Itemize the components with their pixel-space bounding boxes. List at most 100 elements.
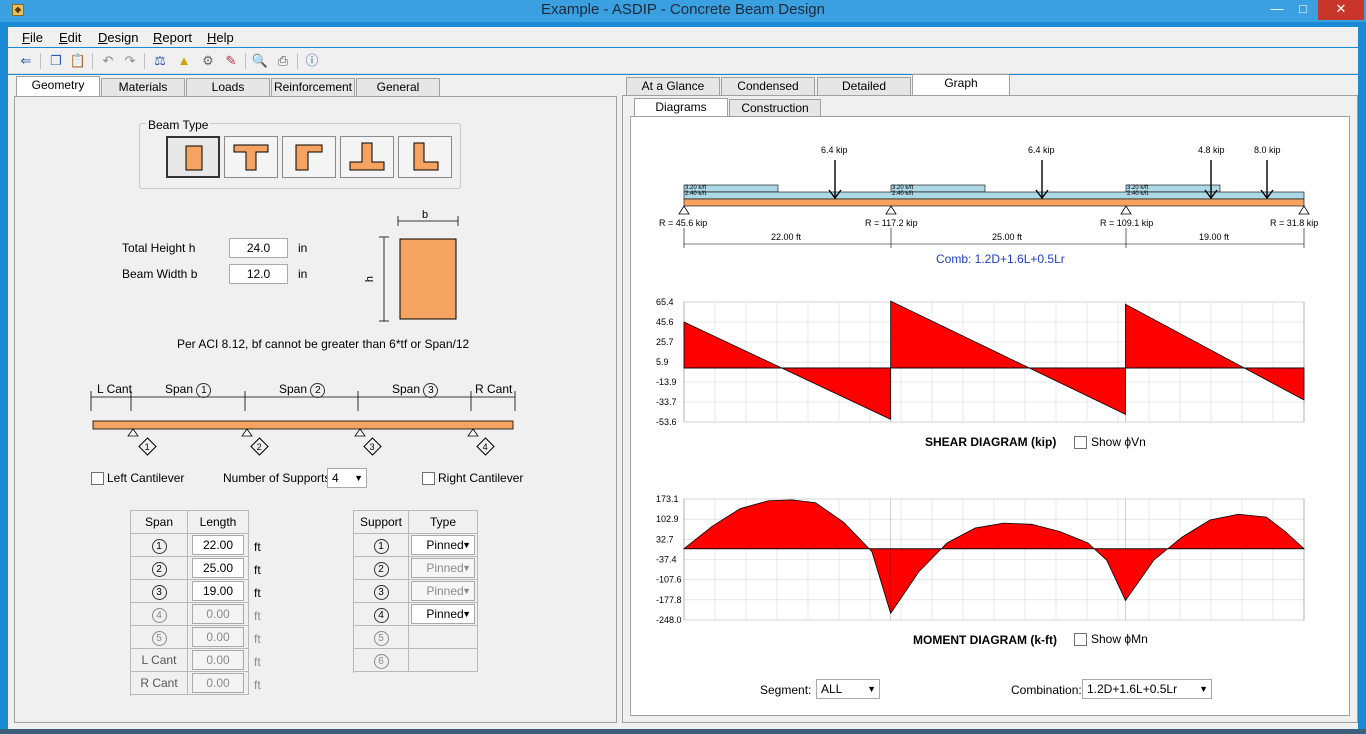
toolbar-separator: [40, 53, 41, 69]
shear-tick-label: 5.9: [656, 357, 669, 367]
span-header: Span: [131, 511, 188, 534]
redo-icon[interactable]: ↷: [120, 51, 140, 71]
show-phi-mn-checkbox[interactable]: [1074, 633, 1087, 646]
beam-type-group: Beam Type: [139, 118, 461, 189]
span-row-4-id: 4: [131, 603, 188, 626]
combination-select[interactable]: 1.2D+1.6L+0.5Lr ▼: [1082, 679, 1212, 699]
help-icon[interactable]: ⓘ: [302, 51, 322, 71]
support-row-5-type: [409, 626, 478, 649]
length-unit-1: ft: [254, 540, 261, 554]
copy-icon[interactable]: ❐: [46, 51, 66, 71]
moment-diagram-title: MOMENT DIAGRAM (k-ft): [913, 633, 1057, 647]
toolbar-separator: [245, 53, 246, 69]
span-4-length-input: 0.00: [192, 604, 244, 624]
span-dim-3: 19.00 ft: [1199, 232, 1230, 242]
paste-icon[interactable]: 📋: [68, 51, 88, 71]
window-title: Example - ASDIP - Concrete Beam Design: [540, 1, 825, 18]
undo-icon[interactable]: ↶: [98, 51, 118, 71]
tab-at-a-glance[interactable]: At a Glance: [626, 77, 720, 96]
show-phi-vn-label: Show ϕVn: [1091, 435, 1146, 449]
right-cantilever-checkbox[interactable]: [422, 472, 435, 485]
settings-gear-icon[interactable]: ⚙: [198, 51, 218, 71]
beam-type-rectangular-button[interactable]: [166, 136, 220, 178]
tab-materials[interactable]: Materials: [101, 78, 185, 97]
menu-edit[interactable]: Edit: [59, 30, 81, 45]
chevron-down-icon: ▼: [462, 540, 471, 550]
menu-report[interactable]: Report: [153, 30, 192, 45]
shear-diagram-title: SHEAR DIAGRAM (kip): [925, 435, 1057, 449]
left-cantilever-checkbox[interactable]: [91, 472, 104, 485]
beam-width-input[interactable]: 12.0: [229, 264, 288, 284]
span-row-lcant-id: L Cant: [131, 649, 188, 672]
combination-caption: Comb: 1.2D+1.6L+0.5Lr: [936, 252, 1065, 266]
menu-help[interactable]: Help: [207, 30, 234, 45]
menu-file[interactable]: File: [22, 30, 43, 45]
design-icon[interactable]: ✎: [221, 51, 241, 71]
right-cantilever-label: Right Cantilever: [438, 471, 524, 485]
span-1-length-input[interactable]: 22.00: [192, 535, 244, 555]
tab-reinforcement[interactable]: Reinforcement: [271, 78, 355, 97]
support-1-type-select[interactable]: Pinned ▼: [411, 535, 475, 555]
span-row-1-id: 1: [131, 534, 188, 557]
beam-type-inverted-l-button[interactable]: [282, 136, 336, 178]
length-unit-2: ft: [254, 563, 261, 577]
minimize-icon[interactable]: —: [1264, 0, 1290, 20]
segment-select[interactable]: ALL ▼: [816, 679, 880, 699]
length-header: Length: [188, 511, 249, 534]
beam-type-inverted-t-button[interactable]: [340, 136, 394, 178]
span-2-length-input[interactable]: 25.00: [192, 558, 244, 578]
reaction-3: R = 109.1 kip: [1100, 218, 1154, 228]
support-row-2-cell: Pinned ▼: [409, 557, 478, 580]
point-load-2: 6.4 kip: [1028, 145, 1055, 155]
tab-detailed[interactable]: Detailed: [817, 77, 911, 96]
num-supports-select[interactable]: 4 ▼: [327, 468, 367, 488]
l-bottom-section-icon: [413, 142, 439, 171]
inverted-t-section-icon: [349, 142, 385, 171]
rectangular-section-icon: [185, 145, 203, 171]
chevron-down-icon: ▼: [462, 563, 471, 573]
shear-tick-label: -33.7: [656, 397, 677, 407]
subtab-diagrams[interactable]: Diagrams: [634, 98, 728, 117]
subtab-construction[interactable]: Construction: [729, 99, 821, 117]
toolbar-separator: [297, 53, 298, 69]
tab-condensed[interactable]: Condensed: [721, 77, 815, 96]
total-height-label: Total Height h: [122, 241, 196, 255]
length-unit-7: ft: [254, 678, 261, 692]
point-load-3: 4.8 kip: [1198, 145, 1225, 155]
tab-geometry[interactable]: Geometry: [16, 76, 100, 97]
support-row-1-cell: Pinned ▼: [409, 534, 478, 557]
beam-type-t-button[interactable]: [224, 136, 278, 178]
span-row-2-id: 2: [131, 557, 188, 580]
reaction-1: R = 45.6 kip: [659, 218, 708, 228]
menu-design[interactable]: Design: [98, 30, 138, 45]
beam-type-l-button[interactable]: [398, 136, 452, 178]
chevron-down-icon: ▼: [354, 473, 363, 483]
tab-graph[interactable]: Graph: [912, 74, 1010, 95]
support-2-type-select: Pinned ▼: [411, 558, 475, 578]
support-4-type-select[interactable]: Pinned ▼: [411, 604, 475, 624]
support-row-4-cell: Pinned ▼: [409, 603, 478, 626]
close-icon[interactable]: ✕: [1318, 0, 1364, 20]
moment-diagram-chart: 173.1 102.9 32.7 -37.4 -107.6 -177.8 -248.0: [656, 494, 1306, 625]
tab-general[interactable]: General: [356, 78, 440, 97]
section-h-label: h: [364, 275, 377, 283]
moment-tick-label: -248.0: [656, 615, 682, 625]
length-unit-4: ft: [254, 609, 261, 623]
maximize-icon[interactable]: □: [1290, 0, 1316, 20]
loading-diagram: [678, 160, 1310, 248]
show-phi-vn-checkbox[interactable]: [1074, 436, 1087, 449]
tab-loads[interactable]: Loads: [186, 78, 270, 97]
section-sketch: [379, 216, 459, 322]
moment-tick-label: 32.7: [656, 534, 674, 544]
aci-note: Per ACI 8.12, bf cannot be greater than …: [177, 337, 470, 351]
zoom-icon[interactable]: 🔍: [250, 51, 270, 71]
span-3-length-input[interactable]: 19.00: [192, 581, 244, 601]
span-row-5-id: 5: [131, 626, 188, 649]
pm-arrow-icon[interactable]: ⇐: [16, 51, 36, 71]
triangle-warning-icon[interactable]: ▲: [174, 51, 194, 71]
segment-label: Segment:: [760, 683, 812, 697]
type-header: Type: [409, 511, 478, 534]
print-icon[interactable]: ⎙: [273, 51, 293, 71]
units-icon[interactable]: ⚖: [150, 51, 170, 71]
total-height-input[interactable]: 24.0: [229, 238, 288, 258]
